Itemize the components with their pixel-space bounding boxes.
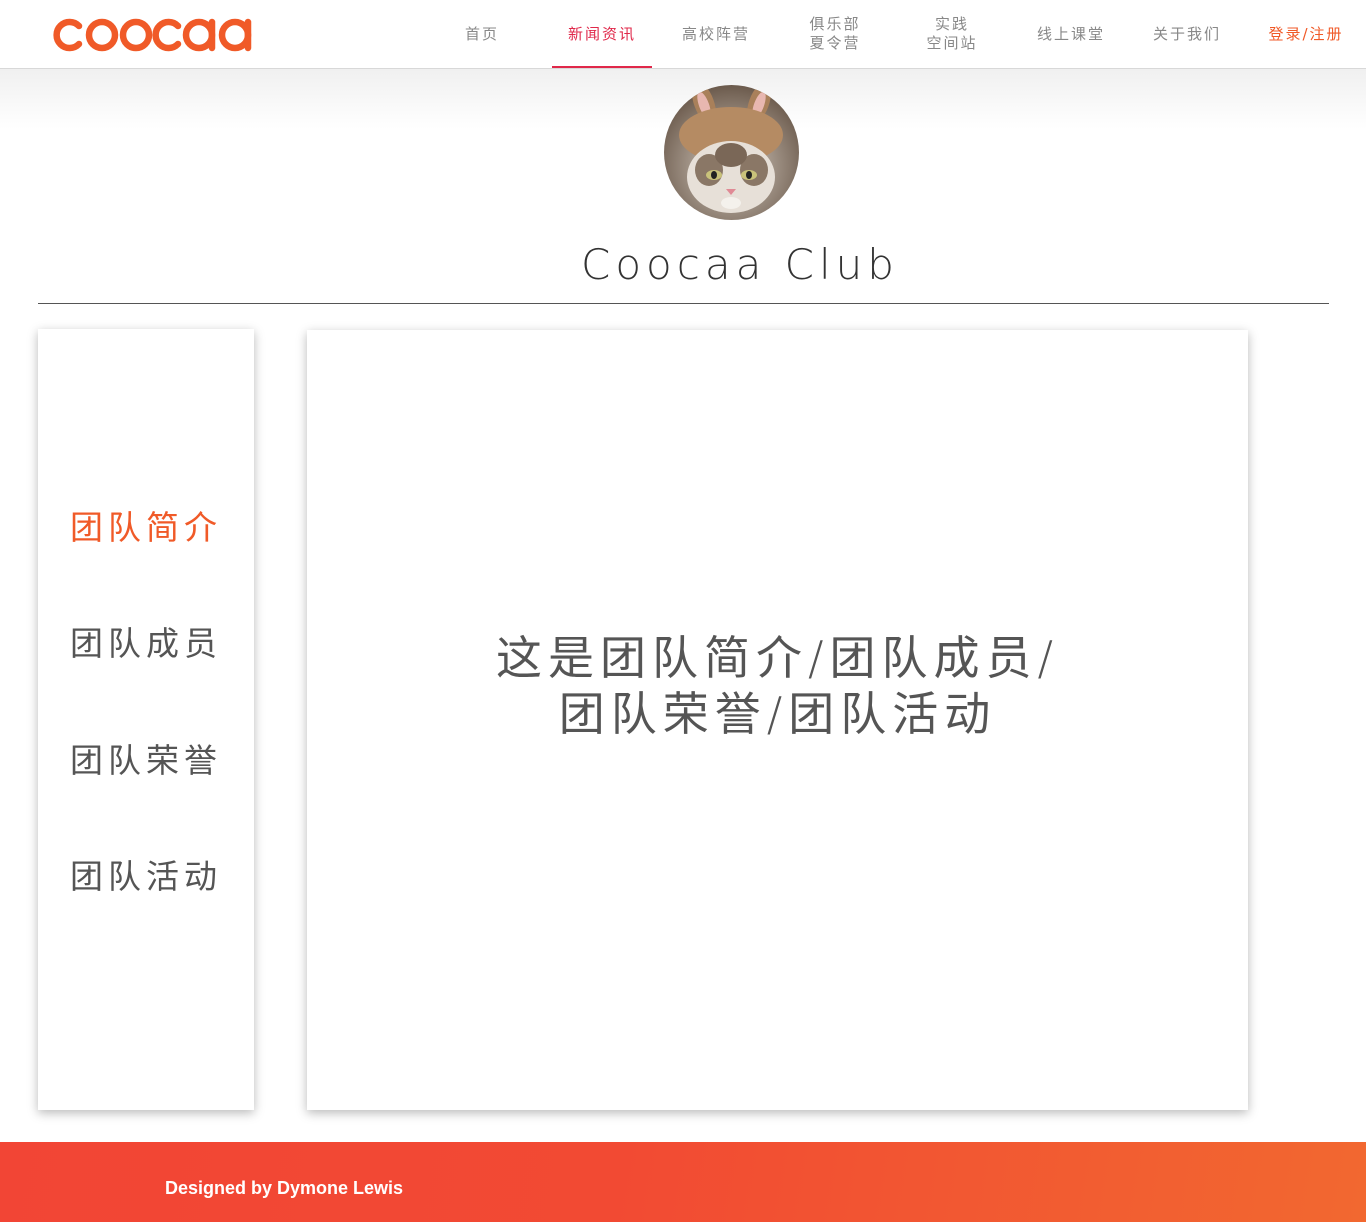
content-placeholder-text: 这是团队简介/团队成员/ 团队荣誉/团队活动 [307,630,1248,742]
top-header: 首页 新闻资讯 高校阵营 俱乐部 夏令营 实践 空间站 线上课堂 关于我们 登录… [0,0,1366,69]
nav-club-camp[interactable]: 俱乐部 夏令营 [795,0,875,68]
nav-practice-station[interactable]: 实践 空间站 [912,0,992,68]
login-register-link[interactable]: 登录/注册 [1260,0,1352,68]
nav-about-us[interactable]: 关于我们 [1142,0,1232,68]
sidebar-item-team-members[interactable]: 团队成员 [38,617,254,665]
content-card: 这是团队简介/团队成员/ 团队荣誉/团队活动 [307,330,1248,1110]
content-line-2: 团队荣誉/团队活动 [558,687,997,741]
nav-club-camp-line1: 俱乐部 [809,15,861,33]
main-nav: 首页 新闻资讯 高校阵营 俱乐部 夏令营 实践 空间站 线上课堂 关于我们 登录… [0,0,1366,68]
nav-practice-line2: 空间站 [926,34,978,52]
sidebar-item-team-honors[interactable]: 团队荣誉 [38,734,254,782]
nav-online-class[interactable]: 线上课堂 [1026,0,1116,68]
cat-avatar-icon [664,85,799,220]
nav-practice-line1: 实践 [934,15,969,33]
nav-news[interactable]: 新闻资讯 [552,0,652,68]
footer-credit: Designed by Dymone Lewis [165,1178,404,1198]
page-footer: Designed by Dymone Lewis [0,1142,1366,1222]
divider-line [38,303,1329,304]
team-sidebar: 团队简介 团队成员 团队荣誉 团队活动 [38,329,254,1110]
club-title: Coocaa Club [581,240,899,289]
nav-club-camp-line2: 夏令营 [809,34,861,52]
nav-home[interactable]: 首页 [452,0,512,68]
content-line-1: 这是团队简介/团队成员/ [496,631,1059,685]
sidebar-item-team-activities[interactable]: 团队活动 [38,850,254,898]
nav-universities[interactable]: 高校阵营 [671,0,761,68]
sidebar-item-team-intro[interactable]: 团队简介 [38,501,254,549]
